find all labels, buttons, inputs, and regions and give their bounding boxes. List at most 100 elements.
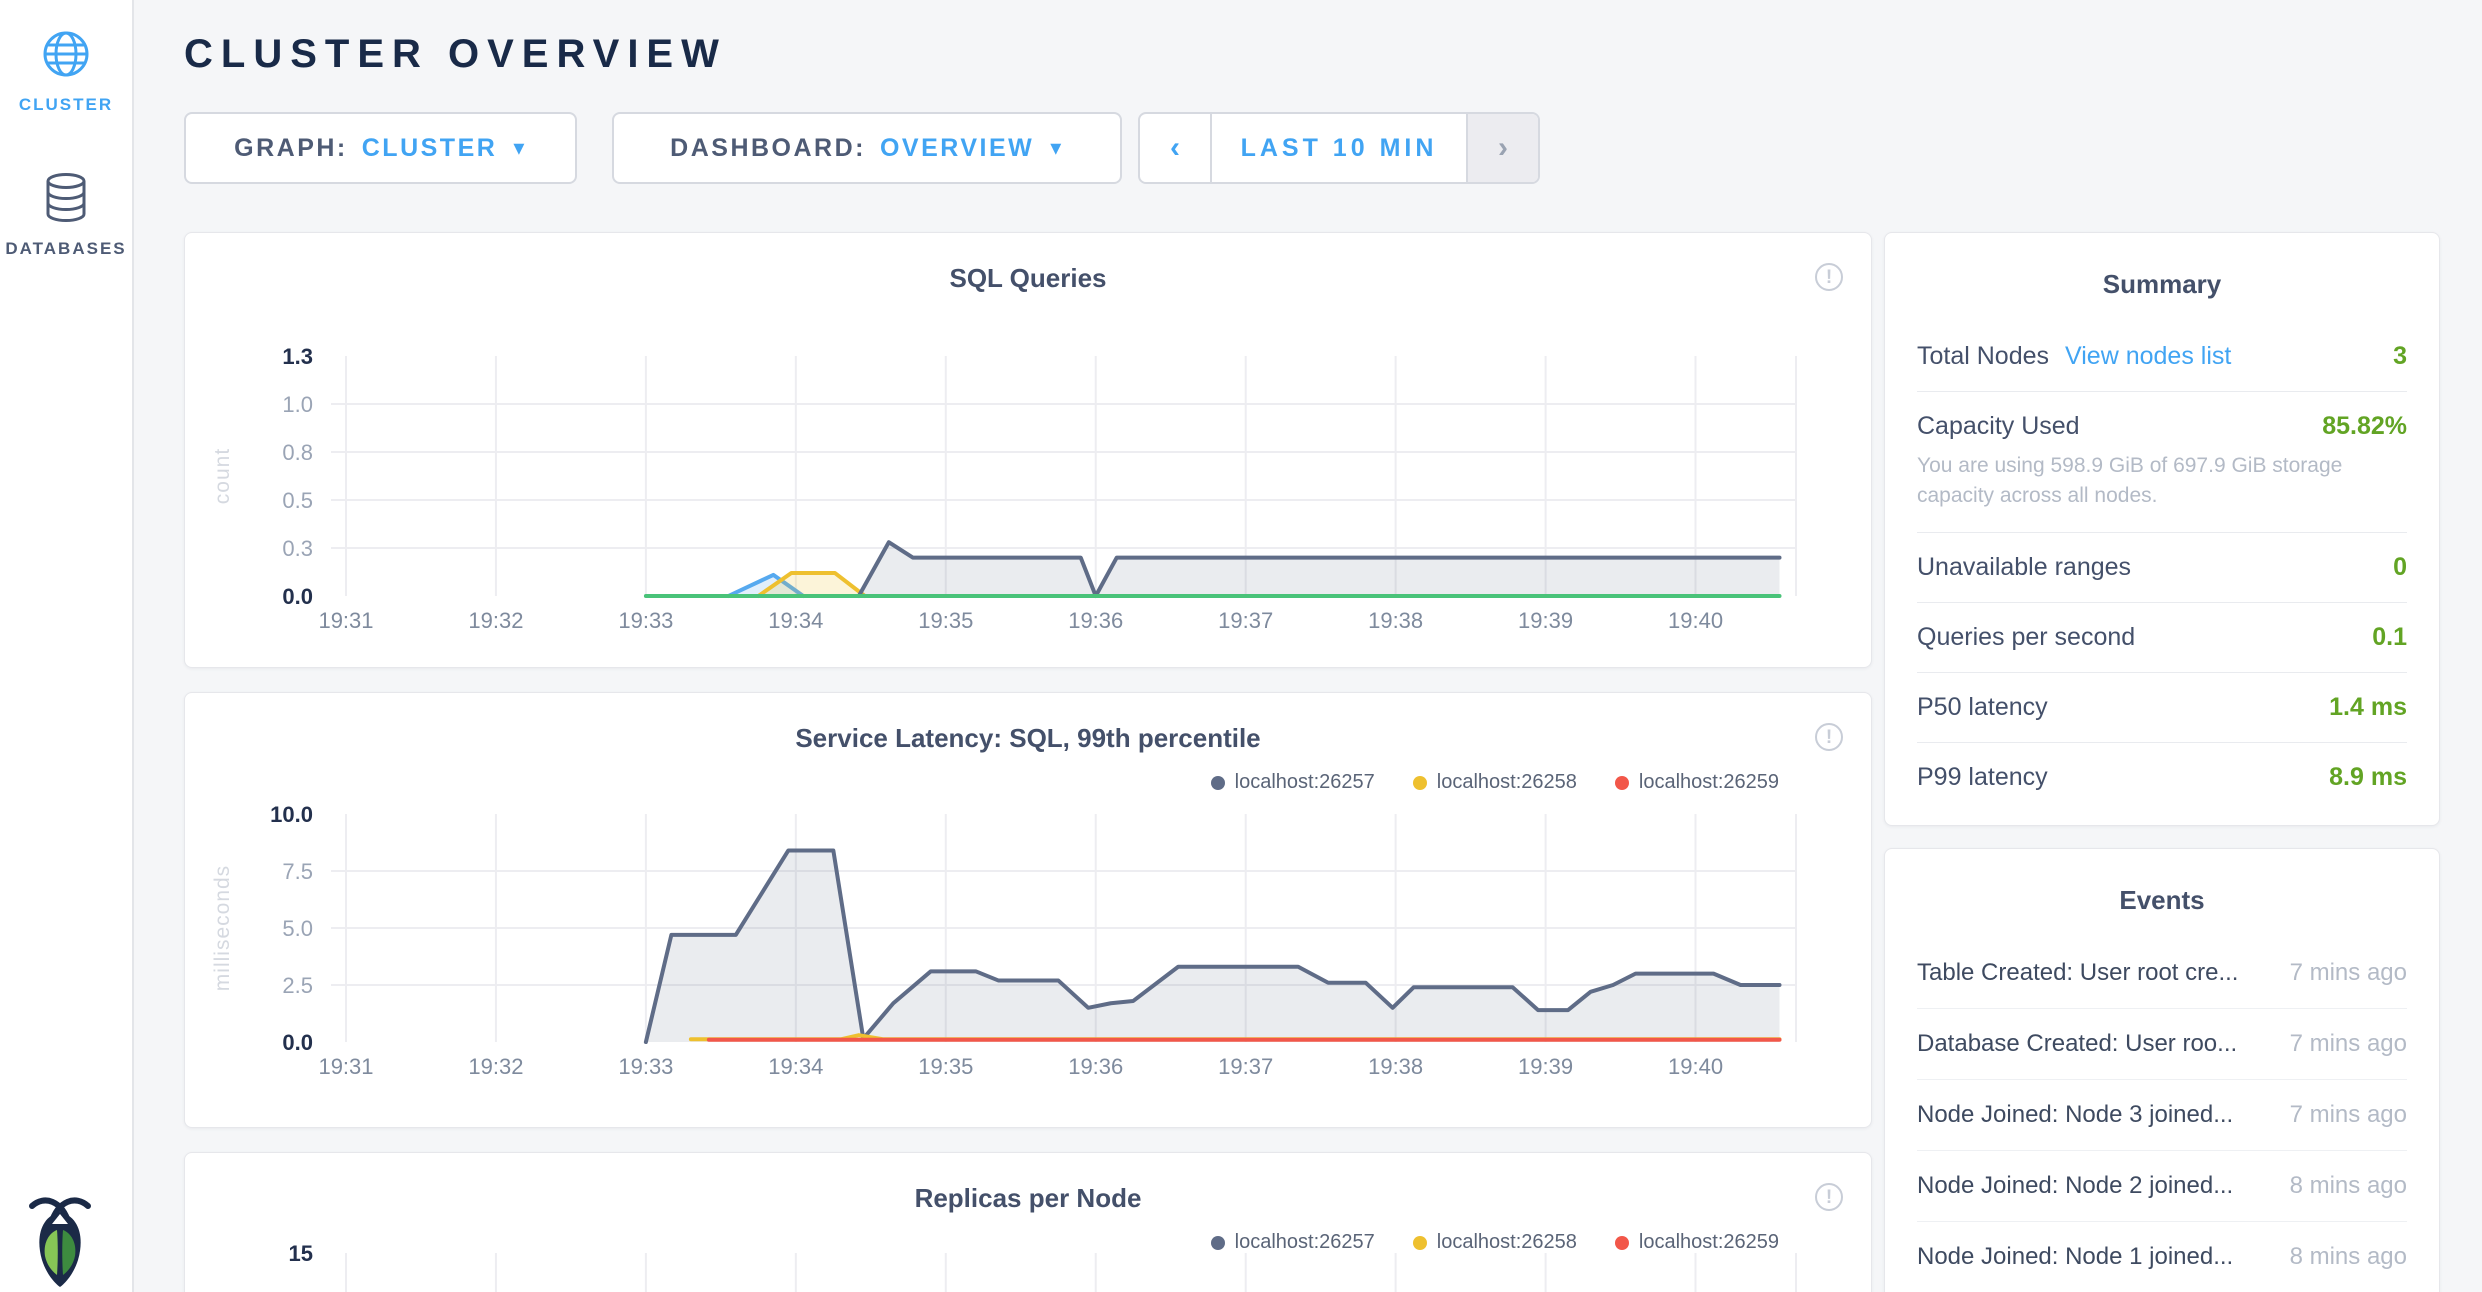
event-row: Node Joined: Node 2 joined... 8 mins ago — [1917, 1151, 2407, 1222]
events-title: Events — [1885, 849, 2439, 916]
svg-text:19:36: 19:36 — [1068, 608, 1123, 633]
sidebar-item-label: CLUSTER — [19, 95, 113, 114]
svg-text:19:38: 19:38 — [1368, 1054, 1423, 1079]
page-title: CLUSTER OVERVIEW — [184, 32, 727, 77]
svg-text:19:32: 19:32 — [468, 1054, 523, 1079]
svg-text:0.0: 0.0 — [282, 1030, 313, 1055]
dashboard-selector-label: DASHBOARD: — [670, 134, 866, 163]
event-time: 7 mins ago — [2270, 959, 2407, 987]
event-row: Node Joined: Node 3 joined... 7 mins ago — [1917, 1080, 2407, 1151]
sidebar-item-databases[interactable]: DATABASES — [0, 172, 132, 259]
chevron-left-icon: ‹ — [1170, 131, 1180, 165]
svg-text:19:40: 19:40 — [1668, 1054, 1723, 1079]
chart-card-service-latency: Service Latency: SQL, 99th percentile ! … — [184, 692, 1872, 1128]
svg-text:19:39: 19:39 — [1518, 608, 1573, 633]
graph-selector-dropdown[interactable]: GRAPH: CLUSTER ▾ — [184, 112, 577, 184]
svg-text:19:39: 19:39 — [1518, 1054, 1573, 1079]
event-row: Table Created: User root cre... 7 mins ag… — [1917, 938, 2407, 1009]
cockroachdb-logo-icon — [24, 1192, 96, 1288]
dashboard-selector-dropdown[interactable]: DASHBOARD: OVERVIEW ▾ — [612, 112, 1122, 184]
time-range-selector: ‹ LAST 10 MIN › — [1138, 112, 1540, 184]
svg-text:19:33: 19:33 — [618, 1054, 673, 1079]
dashboard-selector-value: OVERVIEW — [880, 134, 1034, 163]
event-row: Database Created: User roo... 7 mins ago — [1917, 1009, 2407, 1080]
svg-text:1.3: 1.3 — [282, 344, 313, 369]
svg-text:10.0: 10.0 — [270, 802, 313, 827]
svg-text:19:35: 19:35 — [918, 1054, 973, 1079]
summary-row: Capacity Used 85.82% You are using 598.9 G… — [1917, 392, 2407, 533]
svg-text:0.3: 0.3 — [282, 536, 313, 561]
svg-text:19:34: 19:34 — [768, 1054, 823, 1079]
summary-row-label: P99 latency — [1917, 763, 2048, 792]
event-time: 7 mins ago — [2270, 1030, 2407, 1058]
event-text: Node Joined: Node 2 joined... — [1917, 1172, 2233, 1200]
summary-row: Unavailable ranges0 — [1917, 533, 2407, 603]
svg-text:19:31: 19:31 — [318, 608, 373, 633]
summary-row-value: 1.4 ms — [2329, 693, 2407, 722]
globe-icon — [0, 28, 132, 85]
summary-row-label: Capacity Used — [1917, 412, 2080, 441]
event-time: 8 mins ago — [2270, 1243, 2407, 1271]
event-row: Node Joined: Node 1 joined... 8 mins ago — [1917, 1222, 2407, 1292]
svg-text:19:34: 19:34 — [768, 608, 823, 633]
svg-text:19:37: 19:37 — [1218, 608, 1273, 633]
chevron-right-icon: › — [1498, 131, 1508, 165]
events-panel: Events Table Created: User root cre... 7 … — [1884, 848, 2440, 1292]
chevron-down-icon: ▾ — [1050, 135, 1064, 161]
svg-text:0.5: 0.5 — [282, 488, 313, 513]
sidebar-item-label: DATABASES — [5, 239, 126, 258]
svg-text:milliseconds: milliseconds — [211, 865, 234, 991]
summary-row: P99 latency 8.9 ms — [1917, 743, 2407, 812]
summary-row-value: 3 — [2393, 342, 2407, 371]
event-text: Table Created: User root cre... — [1917, 959, 2238, 987]
svg-text:5.0: 5.0 — [282, 916, 313, 941]
summary-row-value: 85.82% — [2322, 412, 2407, 441]
chart-canvas[interactable]: 1.31.00.80.50.30.019:3119:3219:3319:3419… — [185, 233, 1873, 669]
summary-row: Queries per second 0.1 — [1917, 603, 2407, 673]
view-nodes-list-link[interactable]: View nodes list — [2065, 342, 2231, 371]
summary-panel: Summary Total Nodes View nodes list 3 Capac… — [1884, 232, 2440, 826]
time-prev-button[interactable]: ‹ — [1140, 114, 1212, 182]
time-next-button[interactable]: › — [1466, 114, 1538, 182]
svg-text:19:32: 19:32 — [468, 608, 523, 633]
graph-selector-value: CLUSTER — [362, 134, 498, 163]
summary-title: Summary — [1885, 233, 2439, 300]
svg-text:19:31: 19:31 — [318, 1054, 373, 1079]
summary-row-value: 0 — [2393, 553, 2407, 582]
summary-row-subtext: You are using 598.9 GiB of 697.9 GiB sto… — [1917, 451, 2407, 512]
chart-canvas[interactable]: 15105019:3119:3219:3319:3419:3519:3619:3… — [185, 1153, 1873, 1292]
event-time: 7 mins ago — [2270, 1101, 2407, 1129]
summary-row-label: Total Nodes — [1917, 342, 2049, 371]
svg-text:2.5: 2.5 — [282, 973, 313, 998]
sidebar: CLUSTER DATABASES — [0, 0, 134, 1292]
svg-text:19:40: 19:40 — [1668, 608, 1723, 633]
summary-row-value: 0.1 — [2372, 623, 2407, 652]
svg-text:19:33: 19:33 — [618, 608, 673, 633]
chart-card-replicas-per-node: Replicas per Node ! localhost:26257local… — [184, 1152, 1872, 1292]
summary-row-label: P50 latency — [1917, 693, 2048, 722]
chart-canvas[interactable]: 10.0 7.5 5.0 2.5 0.019:31 19:32 19:33 19:34 19:3… — [185, 693, 1873, 1129]
summary-row: P50 latency 1.4 ms — [1917, 673, 2407, 743]
databases-icon — [0, 172, 132, 229]
event-text: Node Joined: Node 1 joined... — [1917, 1243, 2233, 1271]
svg-text:0.8: 0.8 — [282, 440, 313, 465]
svg-text:19:36: 19:36 — [1068, 1054, 1123, 1079]
summary-row: Total Nodes View nodes list 3 — [1917, 322, 2407, 392]
chevron-down-icon: ▾ — [513, 135, 527, 161]
svg-text:15: 15 — [289, 1241, 313, 1266]
svg-text:0.0: 0.0 — [282, 584, 313, 609]
svg-text:19:37: 19:37 — [1218, 1054, 1273, 1079]
sidebar-item-cluster[interactable]: CLUSTER — [0, 28, 132, 115]
summary-row-label: Queries per second — [1917, 623, 2135, 652]
svg-text:7.5: 7.5 — [282, 859, 313, 884]
svg-text:19:35: 19:35 — [918, 608, 973, 633]
main-content: CLUSTER OVERVIEW GRAPH: CLUSTER ▾ DASHBO… — [136, 0, 2482, 1292]
event-time: 8 mins ago — [2270, 1172, 2407, 1200]
summary-row-value: 8.9 ms — [2329, 763, 2407, 792]
time-range-label[interactable]: LAST 10 MIN — [1212, 114, 1466, 182]
event-text: Database Created: User roo... — [1917, 1030, 2237, 1058]
event-text: Node Joined: Node 3 joined... — [1917, 1101, 2233, 1129]
svg-text:count: count — [211, 448, 234, 504]
summary-rows: Total Nodes View nodes list 3 Capacity Used… — [1917, 322, 2407, 812]
chart-card-sql-queries: SQL Queries ! 1.31.00.80.50.30.019:3119:… — [184, 232, 1872, 668]
